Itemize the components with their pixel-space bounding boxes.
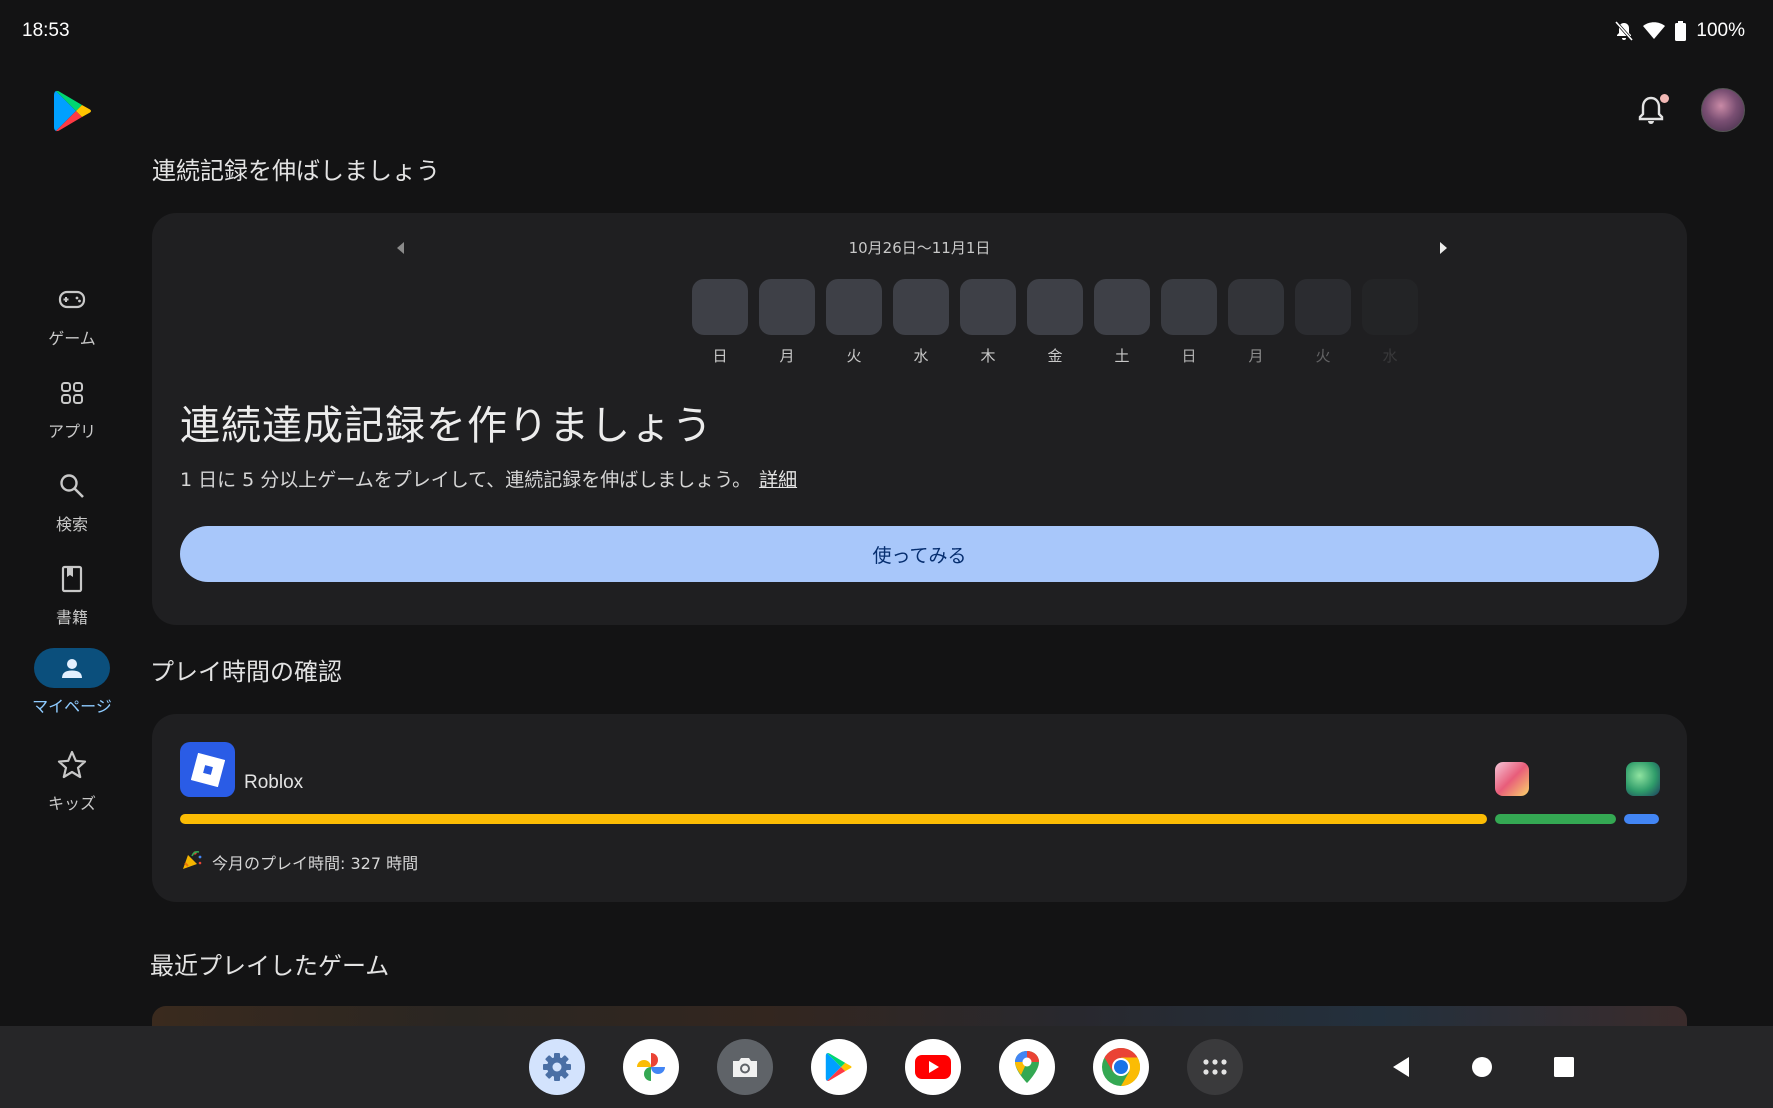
- playtime-bar-roblox: [180, 814, 1487, 824]
- week-range: 10月26日〜11月1日: [848, 239, 991, 257]
- rail-item-books[interactable]: 書籍: [22, 559, 122, 628]
- day-item: 水: [1362, 279, 1418, 366]
- playtime-bar-game2: [1495, 814, 1616, 824]
- day-item: 月: [1228, 279, 1284, 366]
- streak-card: 10月26日〜11月1日 日 月 火 水 木 金 土 日 月 火 水 連続達成記…: [152, 213, 1687, 625]
- day-item: 金: [1027, 279, 1083, 366]
- rail-label-mypage: マイページ: [32, 697, 112, 716]
- day-item: 日: [1161, 279, 1217, 366]
- streak-section-title: 連続記録を伸ばしましょう: [152, 157, 440, 185]
- rail-item-apps[interactable]: アプリ: [22, 373, 122, 442]
- day-item: 日: [692, 279, 748, 366]
- day-item: 木: [960, 279, 1016, 366]
- day-item: 火: [1295, 279, 1351, 366]
- day-item: 水: [893, 279, 949, 366]
- day-item: 月: [759, 279, 815, 366]
- details-link[interactable]: 詳細: [759, 469, 797, 491]
- wifi-icon: [1643, 22, 1666, 40]
- status-icons: 100%: [1615, 20, 1745, 42]
- photos-icon[interactable]: [623, 1039, 679, 1095]
- maps-icon[interactable]: [999, 1039, 1055, 1095]
- playtime-bars: [180, 814, 1659, 824]
- day-item: 火: [826, 279, 882, 366]
- avatar-icon[interactable]: [1701, 88, 1745, 132]
- battery-percent: 100%: [1696, 20, 1745, 41]
- streak-title: 連続達成記録を作りましょう: [180, 403, 713, 449]
- game-name: Roblox: [244, 772, 304, 793]
- battery-icon: [1675, 21, 1687, 41]
- game-thumbnail-icon: [1495, 762, 1529, 796]
- apps-grid-icon: [34, 373, 110, 413]
- notifications-off-icon: [1615, 21, 1634, 41]
- gamepad-icon: [34, 280, 110, 320]
- playtime-section-title: プレイ時間の確認: [150, 658, 342, 686]
- play-store-icon[interactable]: [811, 1039, 867, 1095]
- status-bar: 18:53 100%: [0, 0, 1773, 64]
- day-item: 土: [1094, 279, 1150, 366]
- monthly-playtime-text: 今月のプレイ時間: 327 時間: [212, 854, 419, 873]
- chrome-icon[interactable]: [1093, 1039, 1149, 1095]
- star-icon: [34, 745, 110, 785]
- app-drawer-icon[interactable]: [1187, 1039, 1243, 1095]
- rail-label-kids: キッズ: [47, 794, 96, 813]
- book-icon: [34, 559, 110, 599]
- status-time: 18:53: [22, 20, 70, 41]
- playtime-card[interactable]: Roblox 今月のプレイ時間: 327 時間: [152, 714, 1687, 902]
- camera-icon[interactable]: [717, 1039, 773, 1095]
- rail-item-kids[interactable]: キッズ: [22, 745, 122, 814]
- rail-label-search: 検索: [55, 515, 88, 534]
- play-store-logo[interactable]: [50, 88, 96, 134]
- roblox-icon: [180, 742, 235, 797]
- party-popper-icon: [180, 848, 204, 876]
- youtube-icon[interactable]: [905, 1039, 961, 1095]
- search-icon: [34, 466, 110, 506]
- game-thumbnail-icon: [1626, 762, 1660, 796]
- back-icon[interactable]: [1389, 1055, 1413, 1079]
- rail-item-search[interactable]: 検索: [22, 466, 122, 535]
- rail-label-books: 書籍: [55, 608, 88, 627]
- streak-description: 1 日に 5 分以上ゲームをプレイして、連続記録を伸ばしましょう。 詳細: [180, 465, 797, 492]
- taskbar: [0, 1026, 1773, 1108]
- rail-item-games[interactable]: ゲーム: [22, 280, 122, 349]
- playtime-bar-game3: [1624, 814, 1659, 824]
- settings-icon[interactable]: [529, 1039, 585, 1095]
- chevron-right-icon[interactable]: [1434, 239, 1452, 257]
- recent-games-carousel[interactable]: [152, 1006, 1687, 1026]
- rail-label-apps: アプリ: [47, 422, 96, 441]
- monthly-playtime: 今月のプレイ時間: 327 時間: [180, 848, 418, 876]
- home-icon[interactable]: [1470, 1055, 1494, 1079]
- week-navigator: 10月26日〜11月1日: [152, 235, 1687, 265]
- rail-label-games: ゲーム: [48, 329, 96, 348]
- notification-badge: [1660, 94, 1669, 103]
- recent-section-title: 最近プレイしたゲーム: [150, 952, 390, 980]
- person-icon: [34, 648, 110, 688]
- streak-description-text: 1 日に 5 分以上ゲームをプレイして、連続記録を伸ばしましょう。: [180, 469, 752, 491]
- try-button[interactable]: 使ってみる: [180, 526, 1659, 582]
- recents-icon[interactable]: [1552, 1055, 1576, 1079]
- day-row: 日 月 火 水 木 金 土 日 月 火 水: [692, 279, 1418, 366]
- rail-item-mypage[interactable]: マイページ: [22, 648, 122, 717]
